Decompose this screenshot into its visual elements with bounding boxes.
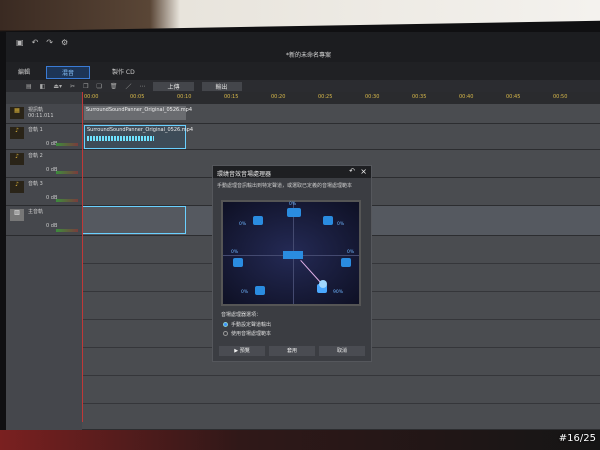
tab-mix[interactable]: 混音 [46,66,90,79]
rear-left-speaker-icon [255,286,265,295]
speaker-level: 0% [347,250,355,255]
pan-handle[interactable] [319,280,327,288]
master-icon: ▥ [10,209,24,221]
track-name: 主音軌 [28,209,44,215]
ruler-tick: 00:00 [84,94,99,100]
import-icon[interactable]: ▤ [26,83,32,90]
front-left-speaker-icon [253,216,263,225]
tab-make-cd[interactable]: 製作 CD [104,66,143,77]
delete-icon[interactable]: 🗑 [110,83,118,90]
dialog-title: 環繞音效音場處理器 [217,171,272,178]
desk-foreground [0,430,600,450]
lane-video[interactable]: SurroundSoundPanner_Original_0526.mp4 [82,104,600,124]
ruler-tick: 00:30 [365,94,380,100]
audio-icon: ♪ [10,127,24,139]
track-duration: 00:11.011 [28,113,54,119]
waveform [87,136,155,141]
speaker-level: 0% [337,222,345,227]
ruler-tick: 00:25 [318,94,333,100]
speaker-level: 90% [333,290,344,295]
dialog-description: 手動處理音訊輸出到特定聲道，或選取已定義的音場處理範本 [217,183,353,189]
radio-label: 使用音場處理範本 [231,331,272,337]
window-title: *新的未命名專案 [286,52,332,59]
speaker-level: 0% [241,290,249,295]
track-header-master[interactable]: ▥ 主音軌 0 dB [6,206,82,236]
level-meter [56,171,78,174]
master-region [82,206,186,234]
dialog-title-bar: 環繞音效音場處理器 ↶ × [213,166,371,178]
listener-sofa-icon [283,251,303,259]
audio-icon: ♪ [10,181,24,193]
upload-button[interactable]: 上傳 [153,81,194,91]
ruler-tick: 00:20 [271,94,286,100]
video-icon: ▦ [10,107,24,119]
surround-stage[interactable]: 0% 0% 0% 0% 0% 0% 90% [221,200,361,306]
speaker-level: 0% [289,202,297,207]
radio-label: 手動設定聲道輸出 [231,322,272,328]
center-speaker-icon [287,208,301,217]
paste-icon[interactable]: ❏ [96,83,101,90]
options-label: 音場處理器選項： [221,312,262,318]
title-bar: ▣ ↶ ↷ ⚙ *新的未命名專案 [6,32,600,62]
gear-icon[interactable]: ⚙ [61,38,68,47]
playhead[interactable] [82,92,83,422]
track-name: 音軌 1 [28,127,43,133]
level-meter [56,143,78,146]
radio-template[interactable]: 使用音場處理範本 [223,330,271,337]
ruler-tick: 00:40 [459,94,474,100]
reset-icon[interactable]: ↶ [349,167,355,175]
close-icon[interactable]: × [360,167,367,176]
track-name: 視訊軌 [28,107,44,113]
photo-stamp: #16/25 [558,433,596,444]
split-icon[interactable]: ⋯ [139,83,145,90]
ruler-tick: 00:50 [553,94,568,100]
side-left-speaker-icon [233,258,243,267]
redo-icon[interactable]: ↷ [46,38,53,47]
track-header-audio-3[interactable]: ♪ 音軌 30 dB [6,178,82,206]
ruler-tick: 00:10 [177,94,192,100]
audio-clip[interactable]: SurroundSoundPanner_Original_0526.mp4 [84,125,193,149]
level-meter [56,199,78,202]
ruler-tick: 00:35 [412,94,427,100]
pen-icon[interactable]: ／ [125,82,131,91]
front-right-speaker-icon [323,216,333,225]
track-headers: ▦ 視訊軌 00:11.011 ♪ 音軌 10 dB ♪ 音軌 20 dB ♪ 音軌 30… [6,104,82,430]
preview-label: 預覽 [239,348,250,354]
tab-edit[interactable]: 編輯 [10,66,38,77]
surround-panner-dialog: 環繞音效音場處理器 ↶ × 手動處理音訊輸出到特定聲道，或選取已定義的音場處理範本 … [212,165,372,362]
save-icon[interactable]: ▣ [16,38,24,47]
toolbar: ▤ ◧ ⏏▾ ✂ ❐ ❏ 🗑 ／ ⋯ 上傳 輸出 [6,80,600,92]
copy-icon[interactable]: ❐ [83,83,88,90]
clip-name: SurroundSoundPanner_Original_0526.mp4 [87,127,194,133]
mode-tabs: 編輯 混音 製作 CD [6,62,600,80]
track-name: 音軌 2 [28,153,43,159]
video-clip[interactable]: SurroundSoundPanner_Original_0526.mp4 [84,106,192,120]
speaker-level: 0% [239,222,247,227]
cancel-button[interactable]: 取消 [319,346,365,356]
timeline-ruler[interactable]: 00:00 00:05 00:10 00:15 00:20 00:25 00:3… [82,92,600,104]
level-meter [56,229,78,232]
track-header-video[interactable]: ▦ 視訊軌 00:11.011 [6,104,82,124]
cut-icon[interactable]: ✂ [70,83,75,90]
track-header-audio-2[interactable]: ♪ 音軌 20 dB [6,150,82,178]
export-button[interactable]: 輸出 [201,81,242,91]
record-icon[interactable]: ⏏▾ [53,83,62,90]
side-right-speaker-icon [341,258,351,267]
radio-manual[interactable]: 手動設定聲道輸出 [223,321,271,328]
ruler-tick: 00:15 [224,94,239,100]
apply-button[interactable]: 套用 [269,346,315,356]
preview-button[interactable]: ▶ 預覽 [219,346,265,356]
ruler-tick: 00:05 [130,94,145,100]
lane-audio-1[interactable]: SurroundSoundPanner_Original_0526.mp4 [82,124,600,150]
audio-icon: ♪ [10,153,24,165]
pan-line [300,260,322,283]
undo-icon[interactable]: ↶ [32,38,39,47]
track-header-audio-1[interactable]: ♪ 音軌 10 dB [6,124,82,150]
speaker-level: 0% [231,250,239,255]
ruler-tick: 00:45 [506,94,521,100]
track-name: 音軌 3 [28,181,43,187]
add-track-icon[interactable]: ◧ [40,83,46,90]
